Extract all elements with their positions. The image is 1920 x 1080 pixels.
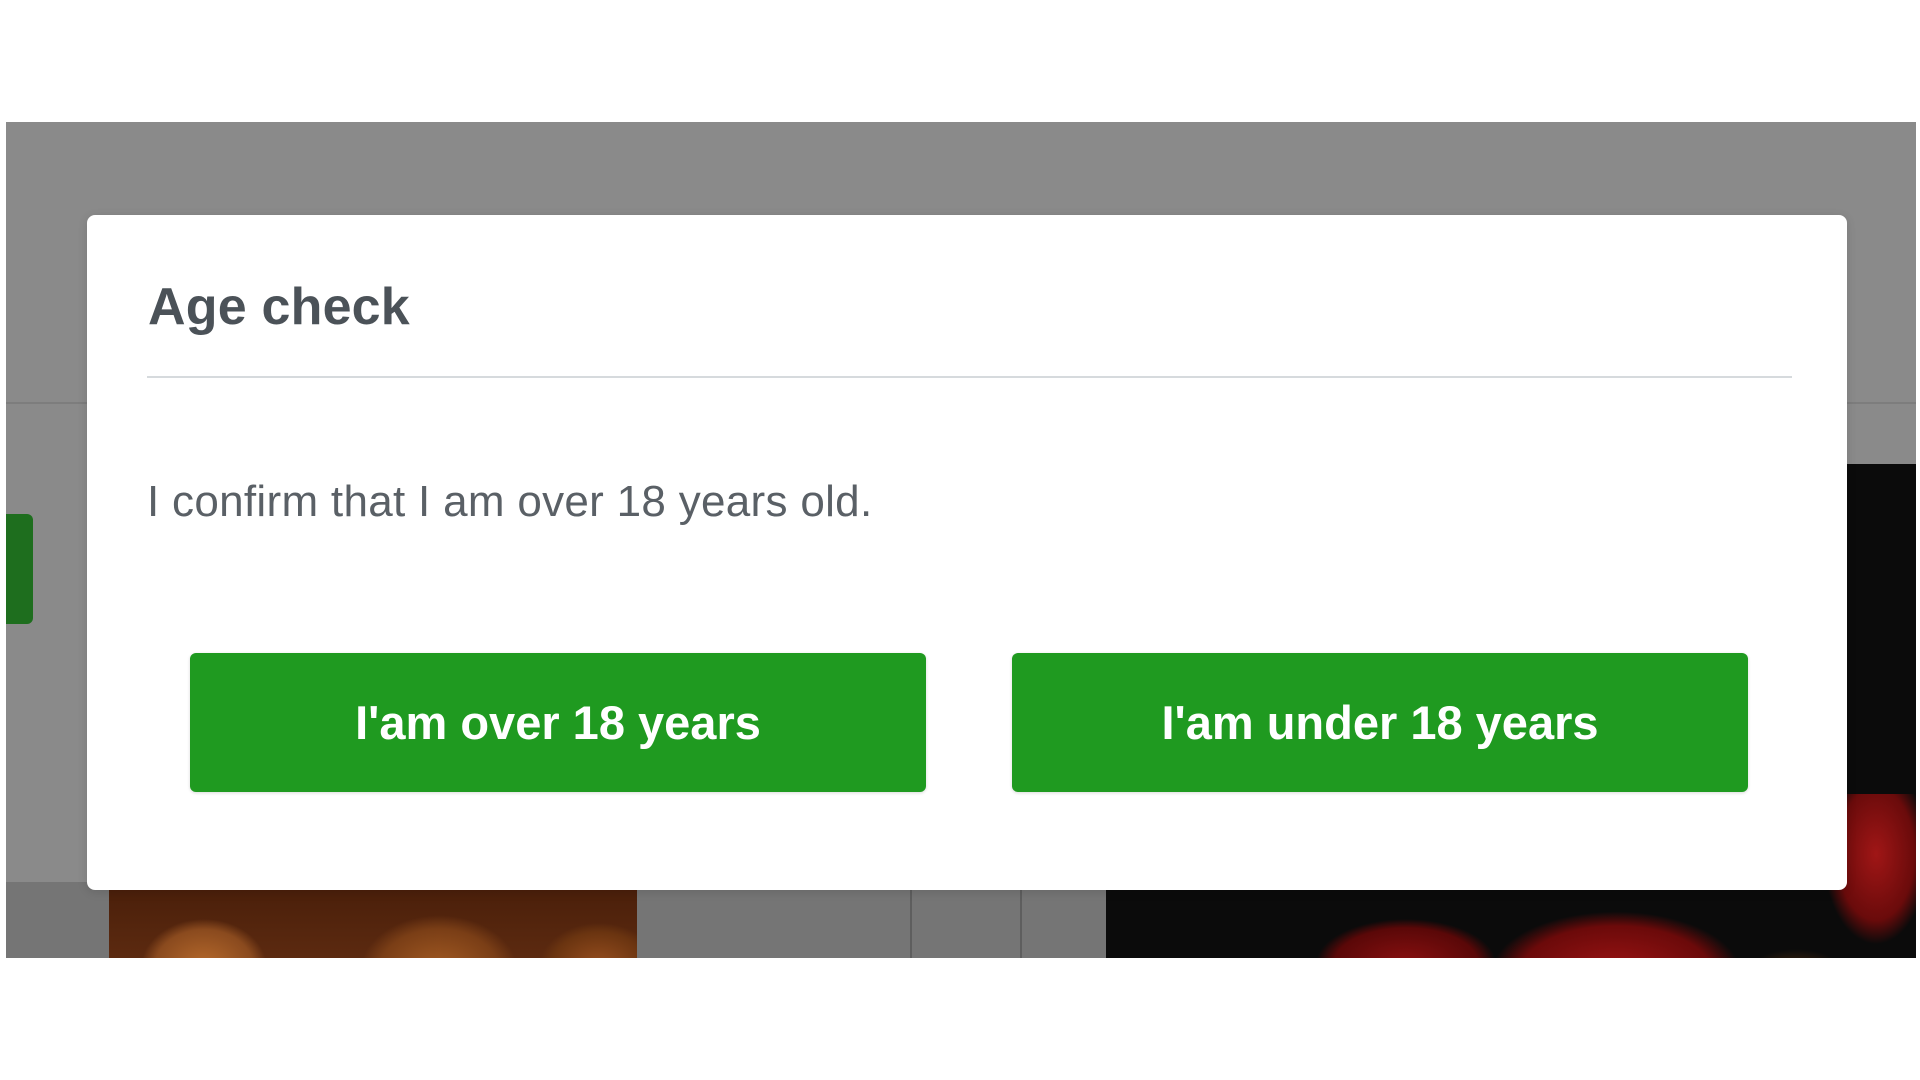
background-fruit-image xyxy=(109,888,637,958)
modal-message: I confirm that I am over 18 years old. xyxy=(147,477,873,526)
background-column-divider xyxy=(1020,882,1022,958)
modal-title: Age check xyxy=(148,278,410,336)
under-18-button[interactable]: I'am under 18 years xyxy=(1012,653,1748,792)
screen: Age check I confirm that I am over 18 ye… xyxy=(0,0,1920,1080)
background-green-tab xyxy=(6,514,33,624)
age-check-modal: Age check I confirm that I am over 18 ye… xyxy=(87,215,1847,890)
background-column-divider xyxy=(910,882,912,958)
over-18-button[interactable]: I'am over 18 years xyxy=(190,653,926,792)
modal-divider xyxy=(147,376,1792,378)
